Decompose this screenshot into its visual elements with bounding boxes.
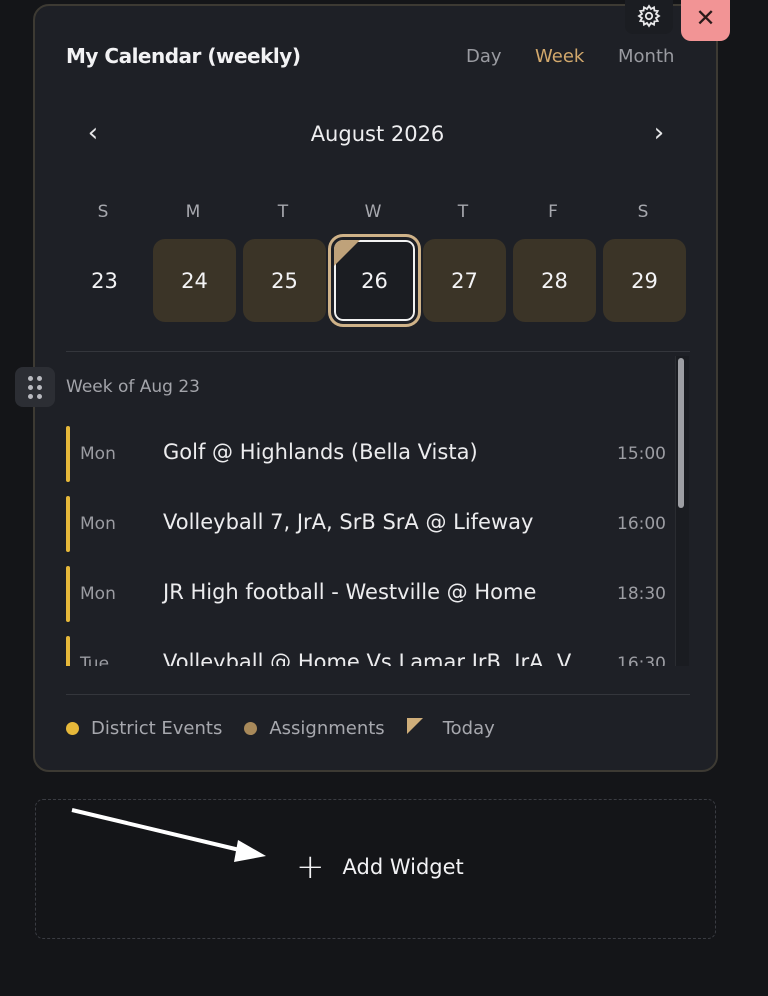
event-time: 18:30 — [617, 584, 666, 604]
event-list: Mon Golf @ Highlands (Bella Vista) 15:00… — [66, 416, 674, 666]
scrollbar-thumb[interactable] — [678, 358, 684, 508]
event-time: 16:00 — [617, 514, 666, 534]
weekday-header: T — [457, 202, 469, 222]
legend-assignments-label: Assignments — [269, 718, 385, 739]
settings-button[interactable] — [625, 0, 673, 34]
day-row: 23 24 25 26 27 28 29 — [63, 237, 686, 324]
event-day: Tue — [80, 654, 110, 666]
event-title: Volleyball 7, JrA, SrB SrA @ Lifeway — [163, 510, 534, 534]
today-triangle-icon — [406, 717, 423, 734]
event-day: Mon — [80, 584, 116, 604]
next-week-button[interactable]: › — [644, 118, 674, 148]
event-item[interactable]: Mon Volleyball 7, JrA, SrB SrA @ Lifeway… — [66, 496, 674, 552]
assignments-dot-icon — [244, 722, 258, 735]
event-item[interactable]: Tue Volleyball @ Home Vs Lamar JrB, JrA,… — [66, 636, 674, 666]
weekday-header: T — [277, 202, 289, 222]
event-item[interactable]: Mon Golf @ Highlands (Bella Vista) 15:00 — [66, 426, 674, 482]
day-cell[interactable]: 28 — [513, 239, 596, 322]
event-title: Golf @ Highlands (Bella Vista) — [163, 440, 478, 464]
event-day: Mon — [80, 444, 116, 464]
add-widget-label: Add Widget — [342, 855, 464, 879]
event-item[interactable]: Mon JR High football - Westville @ Home … — [66, 566, 674, 622]
event-category-bar — [66, 636, 70, 666]
day-cell[interactable]: 27 — [423, 239, 506, 322]
weekday-header: W — [364, 202, 382, 222]
event-title: Volleyball @ Home Vs Lamar JrB, JrA, V — [163, 650, 572, 666]
chevron-right-icon: › — [653, 118, 665, 148]
gear-icon — [637, 4, 661, 28]
drag-handle[interactable] — [15, 367, 55, 407]
day-cell-today[interactable]: 26 — [331, 237, 418, 324]
weekday-header: F — [548, 202, 558, 222]
day-cell[interactable]: 23 — [63, 239, 146, 322]
week-of-label: Week of Aug 23 — [66, 377, 200, 397]
day-cell[interactable]: 24 — [153, 239, 236, 322]
plus-icon: + — [296, 847, 325, 887]
calendar-widget: My Calendar (weekly) Day Week Month ‹ Au… — [33, 4, 718, 772]
event-category-bar — [66, 496, 70, 552]
event-time: 16:30 — [617, 654, 666, 666]
event-category-bar — [66, 426, 70, 482]
widget-title: My Calendar (weekly) — [66, 44, 301, 68]
day-cell[interactable]: 29 — [603, 239, 686, 322]
close-icon: ✕ — [695, 4, 716, 32]
district-events-dot-icon — [66, 722, 79, 735]
weekday-header: S — [97, 202, 109, 222]
add-widget-button[interactable]: + Add Widget — [296, 847, 464, 887]
event-day: Mon — [80, 514, 116, 534]
divider — [66, 351, 690, 352]
view-day-tab[interactable]: Day — [466, 46, 502, 67]
arrow-annotation-icon — [71, 808, 266, 862]
day-cell[interactable]: 25 — [243, 239, 326, 322]
legend-today-label: Today — [442, 718, 495, 739]
day-number: 26 — [361, 268, 388, 293]
weekday-header: M — [185, 202, 201, 222]
event-time: 15:00 — [617, 444, 666, 464]
view-week-tab[interactable]: Week — [535, 46, 584, 67]
weekday-header-row: S M T W T F S — [61, 202, 691, 228]
today-corner-marker — [334, 240, 360, 266]
event-title: JR High football - Westville @ Home — [163, 580, 537, 604]
add-widget-area[interactable]: + Add Widget — [35, 799, 716, 939]
month-label: August 2026 — [310, 122, 445, 146]
weekday-header: S — [637, 202, 649, 222]
view-month-tab[interactable]: Month — [618, 46, 674, 67]
legend: District Events Assignments Today — [66, 717, 517, 739]
event-category-bar — [66, 566, 70, 622]
legend-district-label: District Events — [91, 718, 223, 739]
close-button[interactable]: ✕ — [681, 0, 730, 41]
divider — [66, 694, 690, 695]
